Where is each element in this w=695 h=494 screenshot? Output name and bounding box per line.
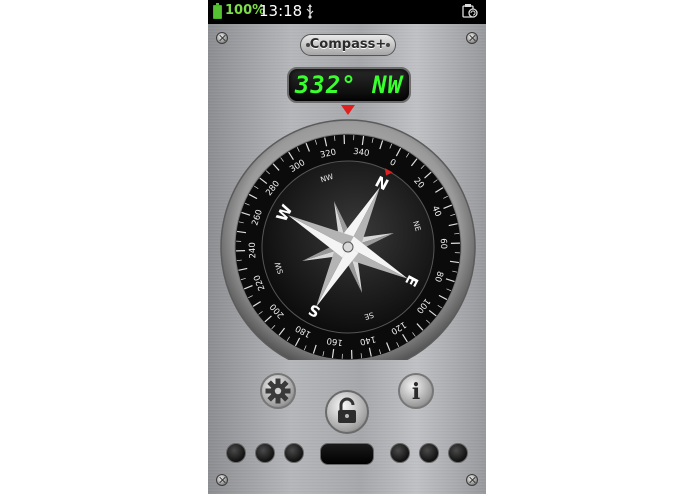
phone-screen: 100% 13:18 Compass+ 332° NW 0 20 40 60 8…: [208, 0, 486, 494]
info-glyph: i: [412, 379, 420, 405]
compass-panel: Compass+ 332° NW 0 20 40 60 80 100 120 1…: [208, 24, 486, 494]
indicator-dot: [226, 443, 246, 463]
heading-pointer-icon: [341, 105, 355, 115]
compass-dial: 0204060801001201401601802002202402602803…: [220, 105, 476, 360]
gear-icon: [265, 378, 291, 404]
degree-label: 240: [248, 242, 259, 259]
indicator-dot: [448, 443, 468, 463]
info-icon: i: [412, 379, 420, 405]
app-title-plate: Compass+: [300, 34, 396, 56]
pivot-icon: [342, 241, 354, 253]
heading-readout: 332° NW: [287, 67, 411, 103]
lock-button[interactable]: [325, 390, 369, 434]
unlock-icon: [338, 397, 356, 423]
indicator-dot: [255, 443, 275, 463]
plate-rivet-icon: [306, 43, 310, 47]
degree-label: 60: [438, 238, 448, 249]
bottom-display-slot: [320, 443, 374, 465]
screw-icon: [216, 474, 228, 486]
usb-icon: [305, 4, 315, 23]
indicator-dot: [419, 443, 439, 463]
plate-rivet-icon: [386, 43, 390, 47]
screw-icon: [466, 474, 478, 486]
info-button[interactable]: i: [398, 373, 434, 409]
clock: 13:18: [259, 2, 303, 20]
sync-settings-icon: [462, 3, 478, 19]
screw-icon: [466, 32, 478, 44]
app-title: Compass+: [309, 37, 387, 52]
indicator-dot: [390, 443, 410, 463]
battery-icon: [213, 3, 222, 19]
settings-button[interactable]: [260, 373, 296, 409]
status-bar: 100% 13:18: [208, 0, 486, 24]
indicator-dot: [284, 443, 304, 463]
screw-icon: [216, 32, 228, 44]
